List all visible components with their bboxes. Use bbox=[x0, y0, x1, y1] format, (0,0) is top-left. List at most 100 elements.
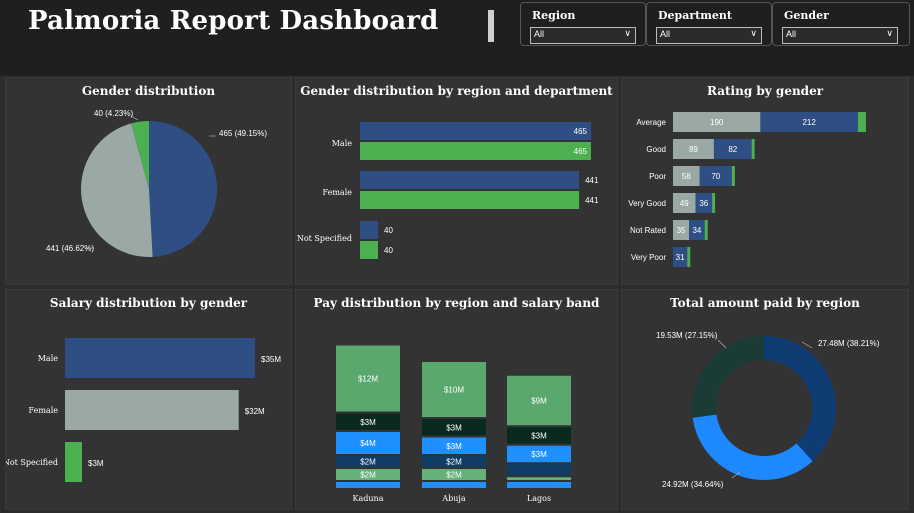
bar-data-label: 36 bbox=[699, 199, 708, 208]
department-dropdown-value: All bbox=[660, 29, 671, 39]
bar-data-label: 212 bbox=[802, 118, 816, 127]
category-label: Female bbox=[323, 188, 353, 197]
bar-data-label: 58 bbox=[682, 172, 691, 181]
category-label: Not Specified bbox=[6, 458, 58, 467]
amount-paid-panel: Total amount paid by region 27.48M (38.2… bbox=[622, 290, 908, 509]
salary-by-gender-chart: Male $35M Female $32M Not Specified $3M bbox=[6, 338, 281, 482]
rating-bar-segment bbox=[751, 139, 755, 159]
column-segment bbox=[336, 482, 400, 488]
gender-dropdown-value: All bbox=[786, 29, 797, 39]
pie-data-label: 441 (46.62%) bbox=[46, 244, 94, 253]
bar-data-label: 70 bbox=[711, 172, 720, 181]
bar-data-label: 82 bbox=[728, 145, 737, 154]
category-label: Very Good bbox=[628, 199, 666, 208]
bar-data-label: 49 bbox=[680, 199, 689, 208]
region-slicer-label: Region bbox=[532, 9, 576, 22]
bar-data-label: 31 bbox=[676, 253, 685, 262]
category-label: Male bbox=[332, 139, 353, 148]
column-segment bbox=[422, 482, 486, 488]
rating-bar-segment bbox=[857, 112, 866, 132]
pie-data-label: 40 (4.23%) bbox=[94, 109, 133, 118]
bar-data-label: 34 bbox=[692, 226, 701, 235]
bar-data-label: 465 bbox=[574, 127, 588, 136]
bar-data-label: $3M bbox=[88, 459, 104, 468]
column-data-label: $3M bbox=[360, 418, 376, 427]
dashboard-header: Palmoria Report Dashboard Region All ∨ D… bbox=[0, 0, 914, 76]
column-segment bbox=[507, 477, 571, 480]
column-data-label: $9M bbox=[531, 397, 547, 406]
pie-data-label: 465 (49.15%) bbox=[219, 129, 267, 138]
bar-male-b bbox=[360, 142, 591, 160]
amount-paid-chart: 27.48M (38.21%) 24.92M (34.64%) 19.53M (27… bbox=[656, 331, 880, 489]
column-data-label: $3M bbox=[446, 442, 462, 451]
bar-female-a bbox=[360, 171, 580, 189]
salary-by-gender-panel: Salary distribution by gender Male $35M Fe… bbox=[6, 290, 291, 509]
rating-by-gender-chart: Average 190 212 Good 89 82 Poor 58 70 Very Good 49… bbox=[628, 112, 866, 267]
bar-not-specified-b bbox=[360, 241, 378, 259]
department-dropdown[interactable]: All ∨ bbox=[656, 27, 762, 44]
donut-leader-line bbox=[717, 339, 727, 349]
bar-data-label: 441 bbox=[585, 196, 599, 205]
donut-data-label: 19.53M (27.15%) bbox=[656, 331, 718, 340]
gender-by-region-chart: Male 465 465 Female 441 441 Not Specified 40 40 bbox=[297, 122, 599, 259]
salary-bar-not-specified bbox=[65, 442, 82, 482]
bar-male-a bbox=[360, 122, 591, 140]
category-label: Male bbox=[38, 354, 59, 363]
chevron-down-icon: ∨ bbox=[624, 28, 631, 38]
region-dropdown[interactable]: All ∨ bbox=[530, 27, 636, 44]
bar-data-label: 441 bbox=[585, 176, 599, 185]
gender-by-region-panel: Gender distribution by region and depart… bbox=[296, 78, 617, 284]
bar-data-label: 190 bbox=[710, 118, 724, 127]
donut-data-label: 24.92M (34.64%) bbox=[662, 480, 724, 489]
category-label: Average bbox=[636, 118, 666, 127]
rating-bar-segment bbox=[704, 220, 708, 240]
region-slicer: Region All ∨ bbox=[520, 2, 646, 46]
column-data-label: $12M bbox=[358, 375, 378, 384]
column-data-label: $2M bbox=[360, 471, 376, 480]
category-label: Good bbox=[646, 145, 666, 154]
bar-data-label: 35 bbox=[677, 226, 686, 235]
category-label: Poor bbox=[649, 172, 666, 181]
column-data-label: $4M bbox=[360, 439, 376, 448]
donut-data-label: 27.48M (38.21%) bbox=[818, 339, 880, 348]
donut-slice bbox=[692, 336, 764, 418]
pay-by-region-chart: $2M $2M $4M $3M $12M Kaduna $2M $2M $3M $3M $10M Ab… bbox=[336, 345, 571, 503]
gender-slicer: Gender All ∨ bbox=[772, 2, 910, 46]
donut-slice bbox=[764, 336, 836, 462]
region-axis-label: Abuja bbox=[441, 494, 466, 503]
region-dropdown-value: All bbox=[534, 29, 545, 39]
column-data-label: $10M bbox=[444, 386, 464, 395]
gender-dropdown[interactable]: All ∨ bbox=[782, 27, 898, 44]
chevron-down-icon: ∨ bbox=[886, 28, 893, 38]
header-divider bbox=[488, 10, 494, 42]
category-label: Female bbox=[29, 406, 59, 415]
column-data-label: $3M bbox=[531, 450, 547, 459]
page-title: Palmoria Report Dashboard bbox=[28, 6, 439, 36]
column-data-label: $2M bbox=[446, 471, 462, 480]
pay-by-region-panel: Pay distribution by region and salary ba… bbox=[296, 290, 617, 509]
department-slicer-label: Department bbox=[658, 9, 732, 22]
rating-by-gender-panel: Rating by gender Average 190 212 Good 89 82 Po… bbox=[622, 78, 908, 284]
gender-slicer-label: Gender bbox=[784, 9, 829, 22]
region-axis-label: Kaduna bbox=[353, 494, 384, 503]
rating-bar-segment bbox=[712, 193, 716, 213]
bar-data-label: $32M bbox=[245, 407, 265, 416]
donut-leader-line bbox=[801, 341, 813, 349]
bar-data-label: 40 bbox=[384, 226, 393, 235]
column-data-label: $2M bbox=[360, 458, 376, 467]
category-label: Not Rated bbox=[630, 226, 666, 235]
column-data-label: $3M bbox=[446, 423, 462, 432]
pie-slice-male bbox=[149, 121, 217, 257]
salary-bar-male bbox=[65, 338, 255, 378]
gender-distribution-panel: Gender distribution 465 (49.15%) 441 (46.… bbox=[6, 78, 291, 284]
bar-female-b bbox=[360, 191, 580, 209]
bar-data-label: $35M bbox=[261, 355, 281, 364]
donut-slice bbox=[692, 414, 813, 480]
column-segment bbox=[507, 464, 571, 476]
rating-bar-segment bbox=[731, 166, 735, 186]
rating-bar-segment bbox=[687, 247, 691, 267]
salary-bar-female bbox=[65, 390, 239, 430]
bar-data-label: 89 bbox=[689, 145, 698, 154]
department-slicer: Department All ∨ bbox=[646, 2, 772, 46]
column-data-label: $2M bbox=[446, 458, 462, 467]
